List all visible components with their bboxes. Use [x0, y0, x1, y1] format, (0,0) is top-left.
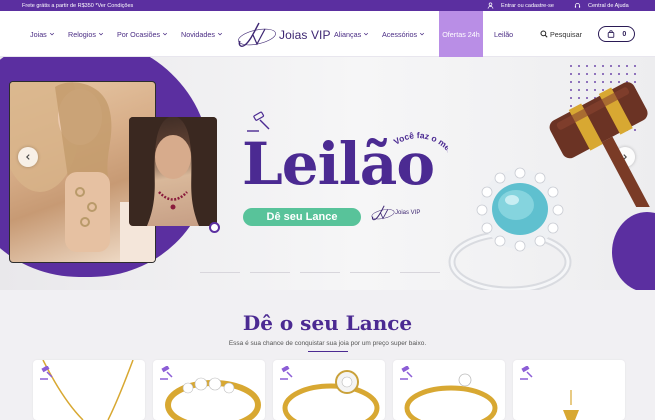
help-center-link[interactable]: Central de Ajuda: [574, 2, 629, 9]
gavel-icon: [520, 366, 533, 380]
headset-icon: [574, 3, 581, 8]
nav-label: Alianças: [334, 29, 362, 39]
gavel-image: [549, 82, 650, 207]
section-subtitle: Essa é sua chance de conquistar sua joia…: [228, 340, 427, 347]
search-button[interactable]: Pesquisar: [540, 11, 582, 57]
decorative-purple-shape: [612, 212, 655, 290]
login-link[interactable]: Entrar ou cadastre-se: [487, 2, 554, 9]
section-title: Dê o seu Lance: [242, 311, 413, 335]
gavel-icon: [400, 366, 413, 380]
carousel-indicator[interactable]: [300, 272, 340, 273]
model-photo-necklace: [129, 117, 217, 226]
chevron-down-icon: [49, 32, 54, 36]
carousel-indicator[interactable]: [200, 272, 240, 273]
nav-novidades[interactable]: Novidades: [181, 11, 223, 57]
place-bid-button[interactable]: Dê seu Lance: [243, 208, 361, 226]
shopping-bag-icon: [607, 30, 615, 38]
nav-ofertas-24h[interactable]: Ofertas 24h: [439, 11, 483, 57]
nav-label: Ofertas 24h: [442, 29, 480, 39]
carousel-indicators: [200, 272, 440, 273]
gavel-icon: [40, 366, 53, 380]
jv-monogram-logo: [371, 205, 395, 221]
chevron-down-icon: [364, 32, 369, 36]
nav-label: Acessórios: [382, 29, 418, 39]
hero-small-logo: Joias VIP: [371, 202, 420, 224]
carousel-indicator[interactable]: [350, 272, 390, 273]
nav-leilao[interactable]: Leilão: [494, 11, 513, 57]
cart-button[interactable]: 0: [598, 26, 635, 42]
nav-joias[interactable]: Joias: [30, 11, 55, 57]
user-icon: [487, 2, 494, 9]
nav-acessorios[interactable]: Acessórios: [382, 11, 425, 57]
gavel-icon: [160, 366, 173, 380]
product-card[interactable]: [33, 360, 145, 420]
shipping-promo-link[interactable]: Frete grátis a partir de R$350 *Ver Cond…: [22, 3, 133, 9]
chevron-down-icon: [420, 32, 425, 36]
login-label: Entrar ou cadastre-se: [501, 2, 554, 9]
carousel-prev-button[interactable]: [18, 147, 38, 167]
product-card[interactable]: [153, 360, 265, 420]
product-card[interactable]: [273, 360, 385, 420]
search-label: Pesquisar: [550, 29, 582, 39]
hero-small-brand: Joias VIP: [395, 210, 421, 216]
jv-monogram-logo: [238, 22, 276, 47]
main-header: Joias Relogios Por Ocasiões Novidades Jo…: [0, 11, 655, 57]
chevron-down-icon: [163, 32, 168, 36]
nav-por-ocasioes[interactable]: Por Ocasiões: [117, 11, 168, 57]
brand-name: Joias VIP: [279, 28, 331, 42]
product-card-list: [33, 360, 625, 420]
nav-aliancas[interactable]: Alianças: [334, 11, 369, 57]
carousel-indicator[interactable]: [400, 272, 440, 273]
section-divider: [308, 351, 348, 352]
nav-relogios[interactable]: Relogios: [68, 11, 104, 57]
carousel-dot[interactable]: [209, 222, 220, 233]
hero-banner[interactable]: Leilão Dê seu Lance Você faz o melhor pr…: [0, 57, 655, 290]
help-label: Central de Ajuda: [588, 2, 629, 9]
top-bar: Frete grátis a partir de R$350 *Ver Cond…: [0, 0, 655, 11]
chevron-down-icon: [98, 32, 104, 36]
nav-label: Por Ocasiões: [117, 29, 161, 39]
site-logo[interactable]: Joias VIP: [237, 19, 331, 51]
nav-label: Joias: [30, 29, 47, 39]
cart-count: 0: [622, 30, 627, 38]
gavel-icon: [280, 366, 293, 380]
product-card[interactable]: [393, 360, 505, 420]
nav-label: Relogios: [68, 29, 96, 39]
chevron-left-icon: [26, 154, 30, 160]
product-card[interactable]: [513, 360, 625, 420]
chevron-down-icon: [217, 32, 223, 36]
carousel-indicator[interactable]: [250, 272, 290, 273]
search-icon: [540, 30, 548, 38]
nav-label: Novidades: [181, 29, 215, 39]
nav-label: Leilão: [494, 29, 514, 39]
